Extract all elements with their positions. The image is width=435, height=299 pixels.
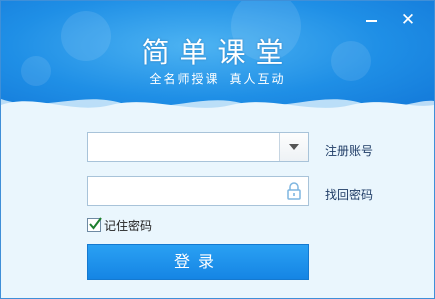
close-icon: ✕ [400,10,416,30]
checkmark-icon [89,217,102,230]
find-password-link[interactable]: 找回密码 [325,186,373,203]
wave-decoration [1,99,434,129]
login-window: 简单课堂 全名师授课 真人互动 ✕ 注册账号 找回密码 记住密码 登录 [0,0,435,299]
account-field[interactable] [87,132,309,162]
remember-checkbox[interactable] [87,217,102,232]
minimize-button[interactable] [363,11,381,29]
register-account-link[interactable]: 注册账号 [325,142,373,159]
lock-icon [287,182,301,200]
login-button[interactable]: 登录 [87,244,309,280]
remember-label: 记住密码 [104,219,153,233]
account-dropdown-button[interactable] [279,133,308,161]
subtitle-left: 全名师授课 [149,72,220,86]
subtitle-right: 真人互动 [229,72,286,86]
close-button[interactable]: ✕ [399,11,417,29]
app-subtitle: 全名师授课 真人互动 [1,70,434,87]
app-title: 简单课堂 [141,36,294,69]
password-field[interactable] [87,176,309,206]
account-input[interactable] [94,137,278,159]
password-input[interactable] [94,181,278,203]
